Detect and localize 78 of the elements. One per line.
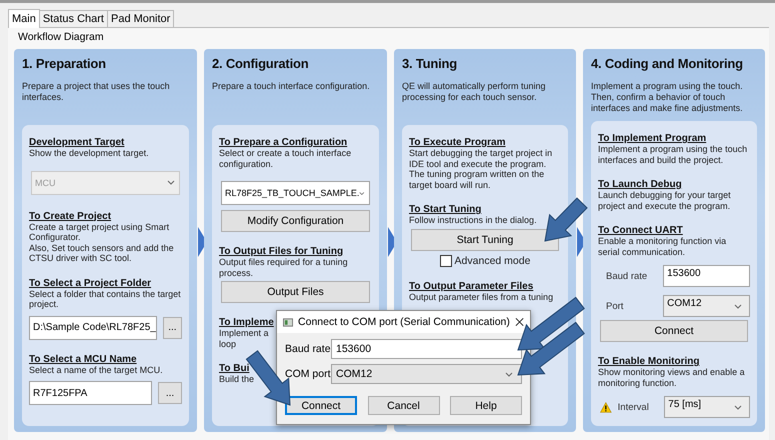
dropdown[interactable]: RL78F25_TB_TOUCH_SAMPLE.: [221, 181, 370, 205]
field-label: Port: [605, 300, 624, 312]
field-label: Baud rate: [285, 343, 331, 355]
section-heading: To Bui: [219, 363, 250, 374]
section-description: loop: [219, 338, 236, 349]
column-title: 1. Preparation: [22, 56, 107, 71]
section-description: Create a target project using Smart Configurator.: [29, 222, 170, 242]
chevron-down-icon: [505, 372, 513, 376]
section-heading: To Start Tuning: [409, 204, 482, 215]
field-label: Interval: [618, 402, 650, 412]
section-heading: To Select a Project Folder: [29, 278, 152, 288]
column-title: 2. Configuration: [212, 56, 310, 71]
group-title: Workflow Diagram: [18, 31, 105, 43]
input-field[interactable]: R7F125FPA: [29, 381, 152, 405]
dialog-button[interactable]: Connect: [285, 396, 357, 415]
input-field[interactable]: 153600: [663, 265, 750, 287]
section-description: Launch debugging for your target project and execute the program.: [598, 190, 732, 211]
action-button[interactable]: Output Files: [221, 281, 370, 303]
section-heading: To Implement Program: [598, 133, 706, 144]
chevron-down-icon: [359, 190, 365, 196]
window-icon: [283, 318, 294, 326]
action-button[interactable]: Start Tuning: [411, 228, 559, 250]
column-description: Prepare a project that uses the touch interfaces.: [22, 81, 171, 104]
section-description: Output files required for a tuning process.: [219, 257, 349, 278]
input-field[interactable]: 153600: [331, 339, 522, 359]
section-description: Select a folder that contains the target project.: [29, 288, 182, 310]
section-description: Implement a: [219, 328, 269, 338]
browse-button[interactable]: ...: [158, 382, 182, 404]
section-heading: To Enable Monitoring: [598, 356, 700, 367]
checkbox[interactable]: [440, 254, 452, 266]
section-description: Enable a monitoring function via serial communication.: [598, 236, 728, 257]
section-heading: To Impleme: [219, 317, 274, 328]
dropdown[interactable]: 75 [ms]: [664, 396, 750, 418]
section-description: Also, Set touch sensors and add the CTSU driver with SC tool.: [29, 242, 175, 264]
tab[interactable]: Main: [8, 9, 40, 28]
column-description: Implement a program using the touch. Then, confirm a behavior of touch interfaces and make fine adjustments.: [591, 81, 744, 115]
chevron-down-icon: [734, 304, 742, 308]
dialog-button[interactable]: Cancel: [368, 396, 440, 415]
section-heading: To Output Parameter Files: [409, 280, 534, 292]
dialog-title: Connect to COM port (Serial Communication): [298, 316, 510, 328]
section-heading: To Launch Debug: [598, 179, 682, 190]
section-description: Start debugging the target project in IDE tool and execute the program. The tuning program written on the target board will run.: [409, 148, 554, 190]
action-button[interactable]: Connect: [600, 320, 748, 342]
section-heading: To Create Project: [29, 210, 112, 222]
action-button[interactable]: Modify Configuration: [221, 210, 370, 232]
close-icon[interactable]: [514, 317, 524, 327]
section-heading: To Output Files for Tuning: [219, 246, 344, 257]
section-description: Follow instructions in the dialog.: [409, 215, 537, 226]
section-description: Select a name of the target MCU.: [29, 364, 163, 375]
column-description: QE will automatically perform tuning processing for each touch sensor.: [402, 81, 547, 104]
section-description: Show the development target.: [29, 148, 149, 158]
field-label: COM port: [285, 368, 331, 380]
dialog-button[interactable]: Help: [450, 396, 522, 415]
section-description: Select or create a touch interface configuration.: [219, 148, 352, 169]
column-title: 3. Tuning: [402, 56, 458, 71]
section-description: Implement a program using the touch interfaces and build the project.: [598, 144, 748, 165]
section-heading: Development Target: [29, 137, 124, 148]
tab[interactable]: Pad Monitor: [106, 10, 174, 27]
section-description: Build the: [219, 374, 254, 384]
input-field[interactable]: D:\Sample Code\RL78F25_: [29, 316, 157, 340]
chevron-down-icon: [734, 404, 742, 410]
section-description: Show monitoring views and enable a monitoring function.: [598, 367, 746, 388]
chevron-down-icon: [167, 180, 175, 185]
dropdown[interactable]: COM12: [331, 364, 522, 384]
pointer-arrow: [517, 322, 585, 376]
checkbox-label: Advanced mode: [454, 254, 530, 266]
field-label: Baud rate: [605, 270, 648, 282]
section-description: Output parameter files from a tuning: [409, 292, 554, 302]
column-title: 4. Coding and Monitoring: [591, 56, 744, 71]
section-heading: To Prepare a Configuration: [219, 137, 348, 148]
column-description: Prepare a touch interface configuration.: [212, 81, 371, 93]
section-heading: To Select a MCU Name: [29, 354, 137, 364]
section-heading: To Execute Program: [409, 137, 506, 148]
section-heading: To Connect UART: [598, 225, 683, 236]
dropdown[interactable]: COM12: [663, 295, 750, 317]
warning-icon: [600, 402, 612, 412]
browse-button[interactable]: ...: [162, 316, 182, 338]
pointer-arrow: [544, 197, 588, 242]
